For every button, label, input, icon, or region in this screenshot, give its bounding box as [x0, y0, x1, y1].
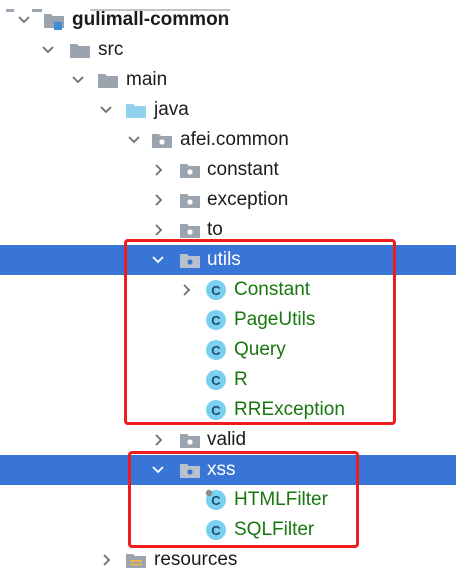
chevron-down-icon[interactable]	[68, 65, 88, 95]
package-icon	[150, 125, 174, 155]
tree-label-src: src	[98, 39, 124, 60]
folder-icon	[96, 65, 120, 95]
tree-row-afei-common[interactable]: afei.common	[0, 125, 456, 155]
folder-icon	[68, 35, 92, 65]
package-icon	[178, 185, 202, 215]
tree-row-src[interactable]: src	[0, 35, 456, 65]
source-folder-icon	[124, 95, 148, 125]
highlight-box-xss	[128, 451, 359, 548]
chevron-down-icon[interactable]	[124, 125, 144, 155]
tree-row-gulimall-common[interactable]: gulimall-common	[0, 5, 456, 35]
tree-row-constant[interactable]: constant	[0, 155, 456, 185]
chevron-down-icon[interactable]	[14, 5, 34, 35]
chevron-right-icon[interactable]	[148, 185, 168, 215]
tree-row-exception[interactable]: exception	[0, 185, 456, 215]
tree-label-main: main	[126, 69, 168, 90]
chevron-down-icon[interactable]	[38, 35, 58, 65]
package-icon	[178, 155, 202, 185]
highlight-box-utils	[124, 239, 396, 425]
tree-label-constant: constant	[207, 159, 279, 180]
tree-row-java[interactable]: java	[0, 95, 456, 125]
tree-label-java: java	[154, 99, 189, 120]
tree-row-main[interactable]: main	[0, 65, 456, 95]
chevron-down-icon[interactable]	[96, 95, 116, 125]
tree-label-package: afei.common	[180, 129, 289, 150]
tree-label-exception: exception	[207, 189, 289, 210]
module-folder-icon	[42, 5, 66, 35]
tree-label-project: gulimall-common	[72, 9, 230, 30]
chevron-right-icon[interactable]	[148, 155, 168, 185]
